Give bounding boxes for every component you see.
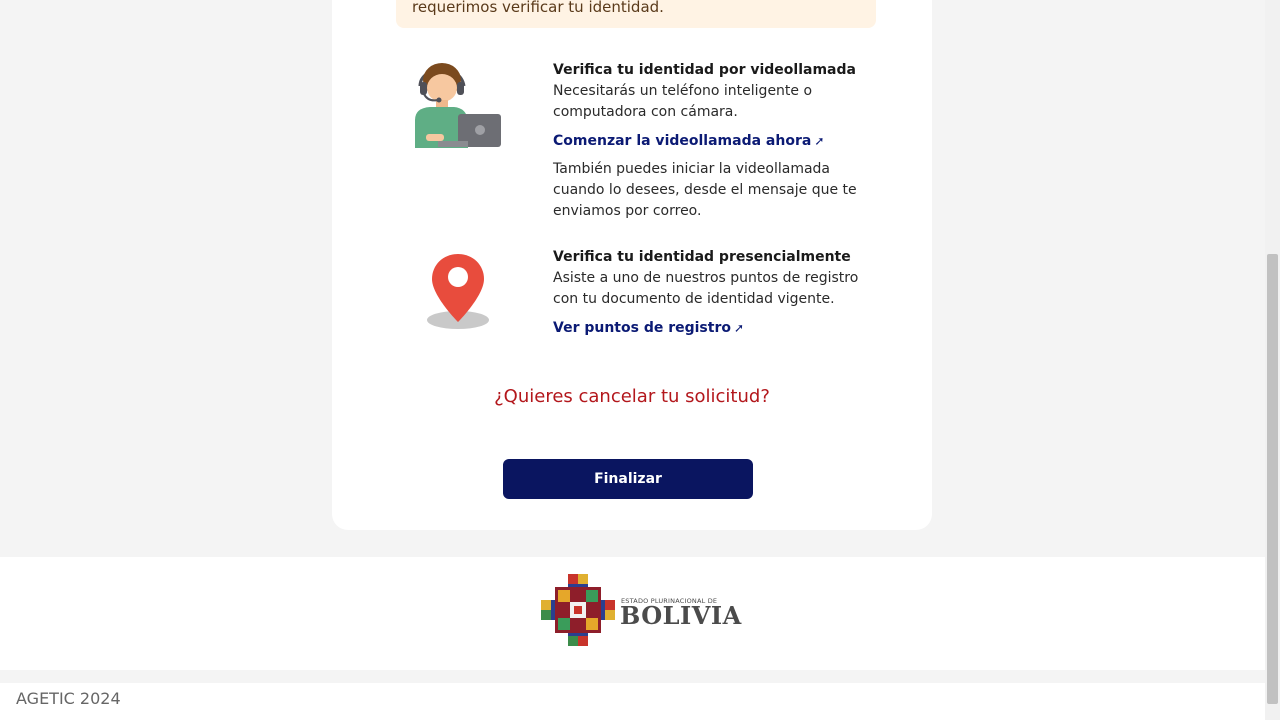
presencial-title: Verifica tu identidad presencialmente [553,249,851,265]
identity-alert: requerimos verificar tu identidad. [396,0,876,28]
videocall-agent-icon [415,63,501,148]
external-link-icon: ➚ [733,321,745,335]
scrollbar-thumb[interactable] [1267,254,1278,704]
logo-bolivia-wordmark: BOLIVIA [620,601,742,630]
presencial-option: Verifica tu identidad presencialmente As… [553,247,873,338]
alert-text: requerimos verificar tu identidad. [412,0,664,16]
copyright-text: AGETIC 2024 [16,689,121,708]
videocall-option: Verifica tu identidad por videollamada N… [553,60,873,222]
location-pin-icon [427,254,489,329]
finish-button[interactable]: Finalizar [503,459,753,499]
copyright-bar: AGETIC 2024 [0,683,1265,720]
external-link-icon: ➚ [814,134,825,148]
start-videocall-link[interactable]: Comenzar la videollamada ahora ➚ [553,131,824,151]
videocall-extra-info: También puedes iniciar la videollamada c… [553,161,857,219]
page-viewport: requerimos verificar tu identidad. Verif… [0,0,1265,720]
registration-points-link[interactable]: Ver puntos de registro ➚ [553,318,744,338]
registration-points-link-text: Ver puntos de registro [553,320,731,336]
start-videocall-link-text: Comenzar la videollamada ahora [553,133,812,149]
cancel-request-link[interactable]: ¿Quieres cancelar tu solicitud? [332,386,932,407]
bolivia-chakana-logo [541,574,615,646]
videocall-description: Necesitarás un teléfono inteligente o co… [553,83,813,120]
videocall-title: Verifica tu identidad por videollamada [553,62,856,78]
presencial-description: Asiste a uno de nuestros puntos de regis… [553,270,859,307]
